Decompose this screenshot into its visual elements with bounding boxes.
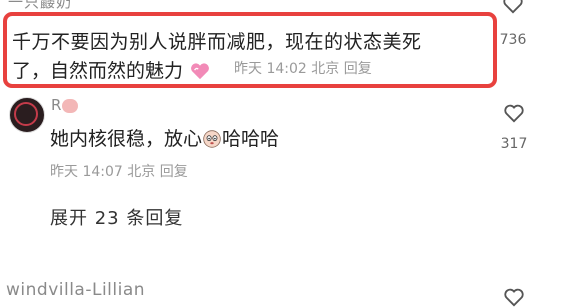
like-count: 317 [500, 136, 528, 152]
reply-username[interactable]: R [51, 96, 61, 114]
reply-text-after: 哈哈哈 [222, 128, 280, 150]
face-emoji-icon [203, 130, 221, 148]
highlight-box [3, 12, 497, 88]
reply-meta[interactable]: 昨天 14:07 北京 回复 [50, 161, 188, 181]
like-heart-icon[interactable] [503, 287, 525, 307]
reply-text: 她内核很稳，放心 哈哈哈 [50, 124, 279, 151]
comment-username[interactable]: windvilla-Lillian [6, 280, 145, 300]
user-badge-icon [62, 99, 78, 113]
reply-text-before: 她内核很稳，放心 [50, 128, 203, 150]
avatar[interactable] [9, 97, 45, 133]
comment-username[interactable]: 一只鼹奶 [8, 0, 72, 12]
expand-replies-button[interactable]: 展开 23 条回复 [50, 204, 183, 230]
like-count: 736 [499, 32, 527, 48]
like-heart-icon[interactable] [503, 103, 525, 123]
like-heart-icon[interactable] [502, 0, 524, 14]
